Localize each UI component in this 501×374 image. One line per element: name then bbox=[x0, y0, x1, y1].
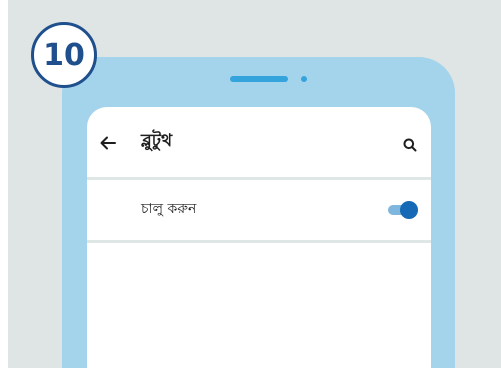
bluetooth-toggle-row[interactable]: চালু করুন bbox=[87, 180, 431, 240]
app-bar: ব্লুটুথ bbox=[87, 107, 431, 177]
step-number: 10 bbox=[43, 37, 85, 73]
phone-frame: ব্লুটুথ চালু করুন bbox=[62, 57, 455, 368]
arrow-left-icon[interactable] bbox=[100, 135, 116, 150]
phone-camera bbox=[301, 76, 307, 82]
divider bbox=[87, 240, 431, 243]
search-icon[interactable] bbox=[403, 137, 417, 152]
page-title: ব্লুটুথ bbox=[141, 131, 173, 151]
toggle-thumb bbox=[400, 201, 418, 219]
phone-speaker bbox=[230, 76, 288, 82]
bluetooth-toggle-switch[interactable] bbox=[386, 201, 418, 219]
step-number-badge: 10 bbox=[31, 22, 97, 88]
phone-screen: ব্লুটুথ চালু করুন bbox=[87, 107, 431, 368]
setting-label: চালু করুন bbox=[141, 201, 197, 217]
